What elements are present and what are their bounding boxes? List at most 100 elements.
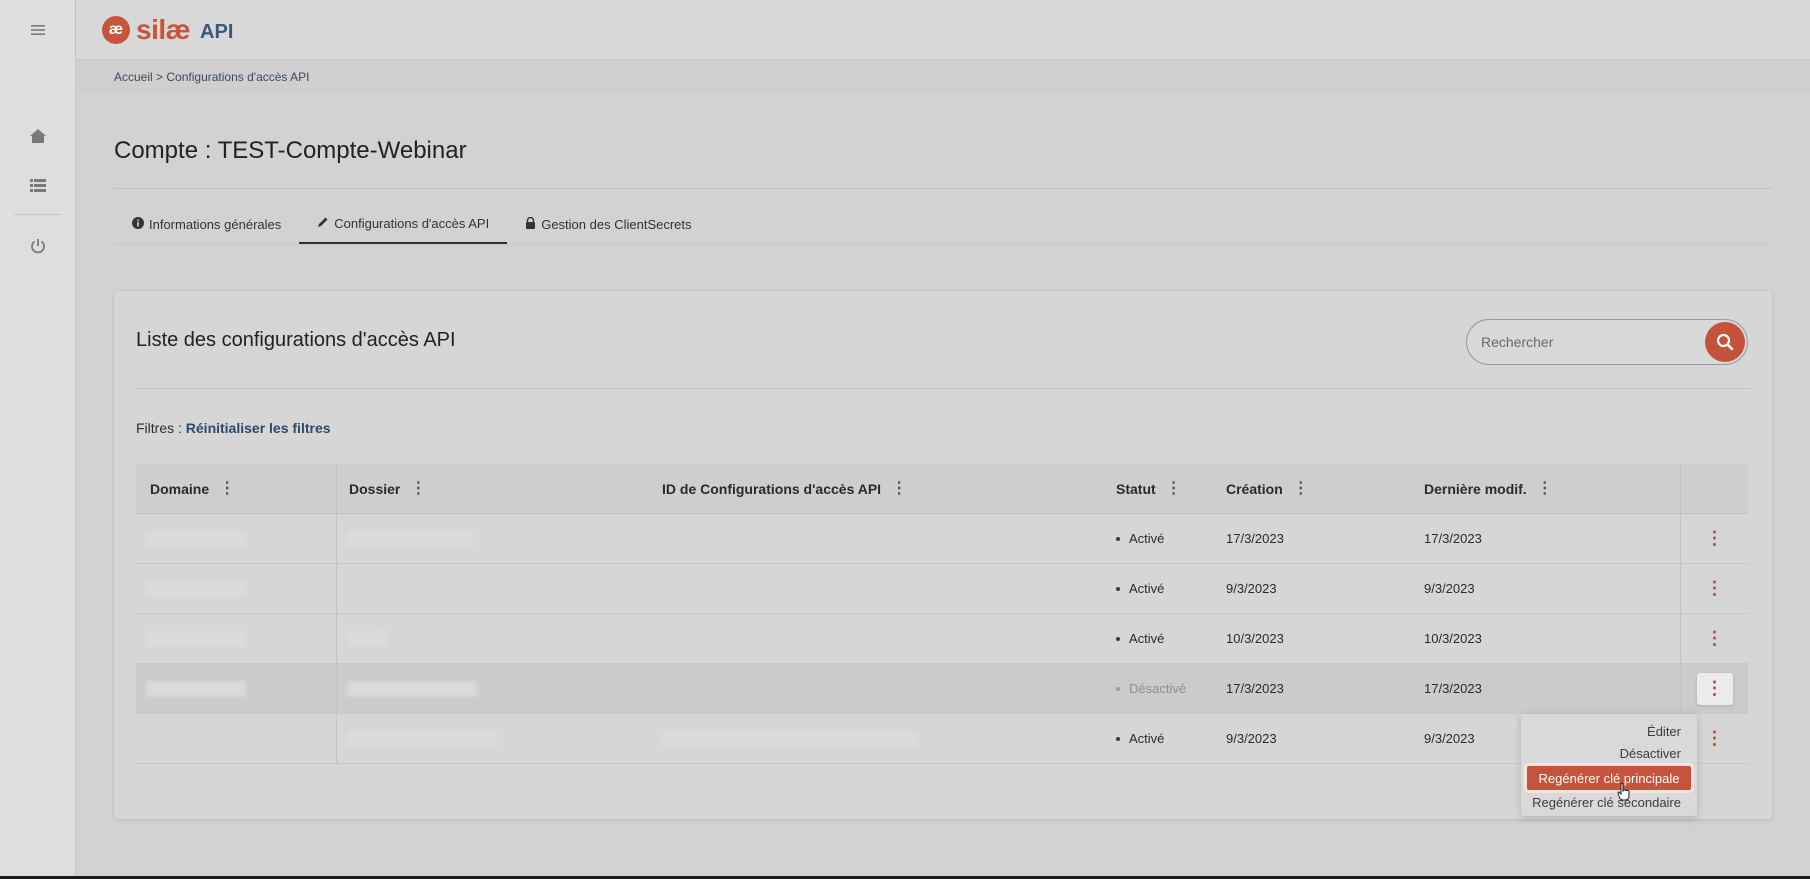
status-dot [1116, 636, 1120, 641]
power-icon[interactable] [26, 234, 50, 258]
breadcrumb-current: Configurations d'accès API [166, 70, 310, 84]
cell-id [662, 664, 1116, 714]
cell-creation: 9/3/2023 [1226, 581, 1277, 596]
top-bar: æ silæ API [76, 0, 1810, 60]
search-input[interactable] [1481, 332, 1681, 352]
search-box [1466, 319, 1748, 365]
card-divider [136, 388, 1750, 389]
rail-divider [14, 214, 62, 215]
cell-creation: 9/3/2023 [1226, 731, 1277, 746]
status-text: Désactivé [1129, 681, 1187, 696]
page-title: Compte : TEST-Compte-Webinar [114, 137, 467, 164]
column-header-statut[interactable]: Statut ⋮ [1116, 464, 1226, 514]
column-menu-icon[interactable]: ⋮ [1166, 480, 1182, 497]
cell-actions: ⋮ [1680, 663, 1748, 714]
column-header-domaine[interactable]: Domaine ⋮ [136, 464, 336, 514]
column-header-actions [1680, 463, 1748, 514]
cell-dossier [336, 563, 662, 614]
silae-logo[interactable]: æ silæ API [102, 14, 233, 46]
filters-label: Filtres : [136, 420, 182, 436]
hamburger-menu-icon[interactable] [26, 18, 50, 42]
column-menu-icon[interactable]: ⋮ [891, 480, 907, 497]
menu-item-regen-secondary[interactable]: Regénérer clé secondaire [1532, 795, 1681, 810]
search-icon [1716, 333, 1734, 351]
cell-derniere-modif: 17/3/2023 [1424, 531, 1482, 546]
menu-item-edit[interactable]: Éditer [1647, 724, 1681, 739]
row-actions-kebab-icon[interactable]: ⋮ [1697, 723, 1733, 755]
tab-label: Informations générales [149, 216, 282, 232]
column-label: Création [1226, 480, 1283, 497]
breadcrumb: Accueil > Configurations d'accès API [114, 70, 309, 84]
logo-suffix: API [200, 20, 234, 43]
logo-text: silæ [136, 14, 191, 45]
silae-logo-mark-icon: æ [102, 16, 130, 44]
filters-bar: Filtres : Réinitialiser les filtres [136, 420, 331, 436]
table-row[interactable]: Activé 9/3/2023 9/3/2023 ⋮ [136, 713, 1748, 764]
cell-domaine [136, 514, 336, 564]
cell-id [662, 614, 1116, 664]
tab-label: Configurations d'accès API [334, 215, 490, 231]
tab-label: Gestion des ClientSecrets [541, 216, 692, 232]
cell-id [662, 564, 1116, 614]
column-header-dossier[interactable]: Dossier ⋮ [336, 463, 662, 514]
cell-dossier [336, 663, 662, 714]
column-menu-icon[interactable]: ⋮ [1293, 480, 1309, 497]
cell-derniere-modif: 17/3/2023 [1424, 681, 1482, 696]
table-row[interactable]: Désactivé 17/3/2023 17/3/2023 ⋮ [136, 663, 1748, 714]
status-dot [1116, 686, 1120, 691]
status-dot [1116, 586, 1120, 591]
breadcrumb-home[interactable]: Accueil [114, 70, 153, 84]
home-icon[interactable] [26, 124, 50, 148]
cell-creation: 17/3/2023 [1226, 681, 1284, 696]
column-header-derniere-modif[interactable]: Dernière modif. ⋮ [1424, 464, 1680, 514]
status-dot [1116, 536, 1120, 541]
menu-item-regen-primary[interactable]: Regénérer clé principale [1527, 766, 1691, 790]
lock-icon [525, 216, 536, 232]
config-table: Domaine ⋮ Dossier ⋮ ID de Configurations d… [136, 463, 1748, 764]
column-header-creation[interactable]: Création ⋮ [1226, 464, 1424, 514]
cell-domaine [136, 664, 336, 714]
table-row[interactable]: Activé 9/3/2023 9/3/2023 ⋮ [136, 563, 1748, 614]
breadcrumb-separator: > [156, 70, 164, 84]
tab-configurations-acces-api[interactable]: Configurations d'accès API [299, 204, 508, 244]
cell-derniere-modif: 10/3/2023 [1424, 631, 1482, 646]
row-actions-dropdown: Éditer Désactiver Regénérer clé principa… [1521, 714, 1697, 816]
card-title: Liste des configurations d'accès API [136, 329, 456, 351]
cell-id [662, 714, 1116, 764]
status-text: Activé [1129, 581, 1165, 596]
menu-item-disable[interactable]: Désactiver [1620, 746, 1681, 761]
row-actions-kebab-icon[interactable]: ⋮ [1697, 623, 1733, 655]
cell-creation: 10/3/2023 [1226, 631, 1284, 646]
column-menu-icon[interactable]: ⋮ [219, 480, 235, 497]
tab-gestion-clientsecrets[interactable]: Gestion des ClientSecrets [507, 204, 709, 244]
status-text: Activé [1129, 631, 1165, 646]
row-actions-kebab-icon[interactable]: ⋮ [1697, 573, 1733, 605]
cell-dossier [336, 613, 662, 664]
tab-bar: Informations générales Configurations d'… [114, 204, 710, 244]
table-header: Domaine ⋮ Dossier ⋮ ID de Configurations d… [136, 463, 1748, 514]
info-icon [132, 216, 144, 232]
column-menu-icon[interactable]: ⋮ [410, 480, 426, 497]
cell-actions: ⋮ [1680, 613, 1748, 664]
column-header-id[interactable]: ID de Configurations d'accès API ⋮ [662, 464, 1116, 514]
reset-filters-link[interactable]: Réinitialiser les filtres [186, 420, 331, 436]
row-actions-kebab-icon[interactable]: ⋮ [1696, 672, 1733, 705]
table-row[interactable]: Activé 10/3/2023 10/3/2023 ⋮ [136, 613, 1748, 664]
column-label: Domaine [150, 480, 210, 497]
cell-creation: 17/3/2023 [1226, 531, 1284, 546]
list-icon[interactable] [26, 173, 50, 197]
table-row[interactable]: Activé 17/3/2023 17/3/2023 ⋮ [136, 513, 1748, 564]
pencil-icon [317, 216, 329, 231]
cell-actions: ⋮ [1680, 513, 1748, 564]
hand-cursor-icon [1617, 783, 1630, 801]
search-button[interactable] [1705, 322, 1745, 362]
title-divider [114, 188, 1772, 189]
cell-domaine [136, 614, 336, 664]
column-menu-icon[interactable]: ⋮ [1537, 480, 1553, 497]
cell-domaine [136, 714, 336, 764]
tabs-divider [114, 244, 1772, 245]
column-label: Statut [1116, 480, 1156, 497]
row-actions-kebab-icon[interactable]: ⋮ [1697, 523, 1733, 555]
tab-informations-generales[interactable]: Informations générales [114, 204, 299, 244]
column-label: Dossier [349, 480, 401, 497]
